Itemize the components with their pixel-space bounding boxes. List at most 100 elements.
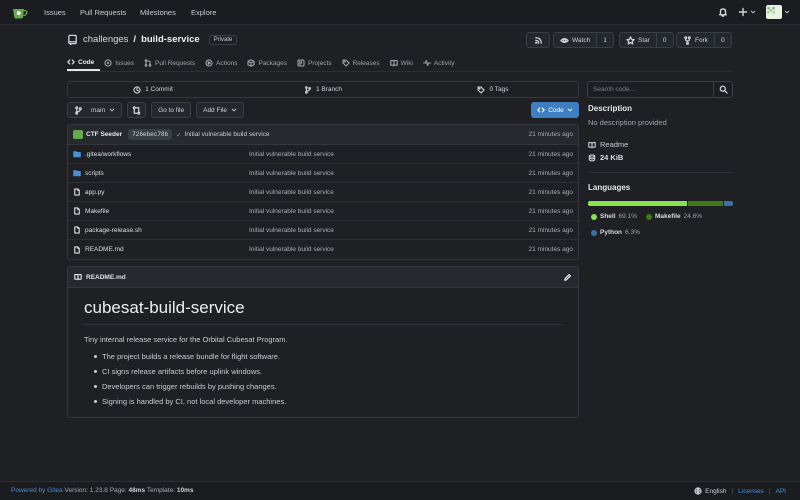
file-commit-message[interactable]: Initial vulnerable build service [249, 189, 334, 196]
file-commit-message[interactable]: Initial vulnerable build service [249, 208, 334, 215]
folder-icon [73, 169, 81, 177]
footer-separator: | [768, 487, 771, 495]
nav-pull-requests[interactable]: Pull Requests [80, 8, 126, 17]
list-item: Developers can trigger rebuilds by pushi… [94, 382, 562, 391]
table-row[interactable]: Makefile Initial vulnerable build service… [68, 202, 578, 221]
compare-icon [132, 105, 141, 115]
sidebar-divider [588, 172, 733, 173]
tab-actions[interactable]: Actions [205, 52, 243, 71]
user-menu[interactable] [766, 5, 790, 19]
tab-pull-requests[interactable]: Pull Requests [144, 52, 201, 71]
gitea-logo-icon[interactable] [12, 5, 28, 20]
file-name-cell: app.py [73, 188, 249, 196]
watch-button[interactable]: Watch [553, 32, 598, 48]
search-input[interactable] [588, 82, 713, 97]
powered-by-link[interactable]: Powered by Gitea [11, 487, 63, 494]
rss-feed-button[interactable] [526, 32, 550, 48]
language-makefile[interactable]: Makefile 24.6% [646, 213, 702, 220]
create-new-menu[interactable] [738, 7, 756, 17]
language-python[interactable]: Python 6.3% [591, 229, 640, 236]
file-commit-time: 21 minutes ago [528, 226, 573, 234]
tab-wiki[interactable]: Wiki [389, 52, 419, 71]
file-name[interactable]: package-release.sh [85, 227, 142, 234]
repo-name-link[interactable]: build-service [141, 34, 200, 45]
language-bar-segment [687, 201, 723, 206]
commits-link[interactable]: 1 Commit [68, 82, 238, 97]
language-bar [588, 201, 733, 206]
code-search-box [587, 81, 733, 98]
latest-commit-row: CTF Seeder 726ebec78b ✓ Initial vulnerab… [68, 125, 578, 145]
star-count[interactable]: 0 [656, 32, 674, 48]
table-row[interactable]: .gitea/workflows Initial vulnerable build… [68, 145, 578, 164]
fork-count[interactable]: 0 [715, 32, 732, 48]
file-name[interactable]: app.py [85, 189, 105, 196]
file-commit-time: 21 minutes ago [528, 246, 573, 253]
book-icon [74, 273, 82, 281]
notification-bell-icon[interactable] [718, 7, 728, 17]
tab-projects[interactable]: Projects [297, 52, 337, 71]
tags-count: 0 Tags [489, 86, 509, 93]
file-commit-message[interactable]: Initial vulnerable build service [249, 246, 334, 253]
file-commit-time: 21 minutes ago [528, 150, 573, 158]
language-shell[interactable]: Shell 69.1% [591, 213, 637, 220]
code-clone-button[interactable]: Code [531, 102, 579, 118]
file-name-cell: Makefile [73, 207, 249, 215]
file-name[interactable]: Makefile [85, 208, 109, 215]
fork-button[interactable]: Fork [676, 32, 715, 48]
star-button-group: Star 0 [619, 32, 674, 48]
footer-separator: | [731, 487, 734, 495]
watch-count[interactable]: 1 [597, 32, 614, 48]
tab-code[interactable]: Code [67, 52, 101, 71]
star-label: Star [638, 36, 650, 44]
tab-issues[interactable]: Issues [104, 52, 140, 71]
tags-link[interactable]: 0 Tags [408, 82, 578, 97]
nav-explore[interactable]: Explore [191, 8, 216, 17]
pencil-icon[interactable] [563, 273, 572, 282]
file-commit-time: 21 minutes ago [528, 188, 573, 196]
api-link[interactable]: API [776, 488, 786, 495]
add-file-dropdown[interactable]: Add File [196, 102, 244, 118]
version-value: 1.23.8 [89, 487, 108, 494]
description-heading: Description [588, 104, 633, 113]
table-row[interactable]: package-release.sh Initial vulnerable bui… [68, 221, 578, 240]
star-button[interactable]: Star [619, 32, 657, 48]
chevron-down-icon [109, 107, 115, 113]
branches-link[interactable]: 1 Branch [238, 82, 408, 97]
tab-label: Packages [258, 59, 288, 67]
tab-activity[interactable]: Activity [422, 52, 461, 71]
commit-author[interactable]: CTF Seeder [86, 131, 122, 138]
branch-selector[interactable]: main [67, 102, 123, 118]
commit-message[interactable]: Initial vulnerable build service [185, 131, 270, 138]
template-label: Template: [146, 487, 176, 494]
table-row[interactable]: README.md Initial vulnerable build servic… [68, 240, 578, 259]
nav-issues[interactable]: Issues [44, 8, 66, 17]
table-row[interactable]: app.py Initial vulnerable build service 21… [68, 183, 578, 202]
tab-packages[interactable]: Packages [247, 52, 293, 71]
tab-releases[interactable]: Releases [341, 52, 386, 71]
repo-owner-link[interactable]: challenges [83, 34, 128, 45]
chevron-down-icon [567, 107, 573, 113]
language-selector[interactable]: English [694, 487, 726, 495]
compare-button[interactable] [127, 102, 147, 118]
file-name[interactable]: README.md [85, 246, 124, 253]
file-commit-message[interactable]: Initial vulnerable build service [249, 170, 334, 177]
commit-sha[interactable]: 726ebec78b [128, 129, 173, 140]
readme-filename[interactable]: README.md [86, 274, 126, 281]
tab-label: Code [78, 58, 95, 66]
file-name[interactable]: .gitea/workflows [85, 151, 131, 158]
version-label: Version: [64, 487, 88, 494]
go-to-file-button[interactable]: Go to file [151, 102, 192, 118]
watch-label: Watch [572, 36, 591, 44]
file-commit-message[interactable]: Initial vulnerable build service [249, 151, 334, 158]
search-button[interactable] [713, 82, 732, 97]
licenses-link[interactable]: Licenses [738, 488, 764, 495]
nav-milestones[interactable]: Milestones [140, 8, 176, 17]
readme-panel: README.md cubesat-build-service Tiny int… [67, 266, 579, 418]
readme-title: cubesat-build-service [84, 298, 562, 325]
file-commit-message[interactable]: Initial vulnerable build service [249, 227, 334, 234]
file-icon [73, 207, 81, 215]
table-row[interactable]: scripts Initial vulnerable build service 2… [68, 164, 578, 183]
footer-info: Powered by Gitea Version: 1.23.8 Page: 4… [11, 487, 193, 494]
file-name[interactable]: scripts [85, 170, 104, 177]
readme-link[interactable]: Readme [588, 140, 628, 149]
